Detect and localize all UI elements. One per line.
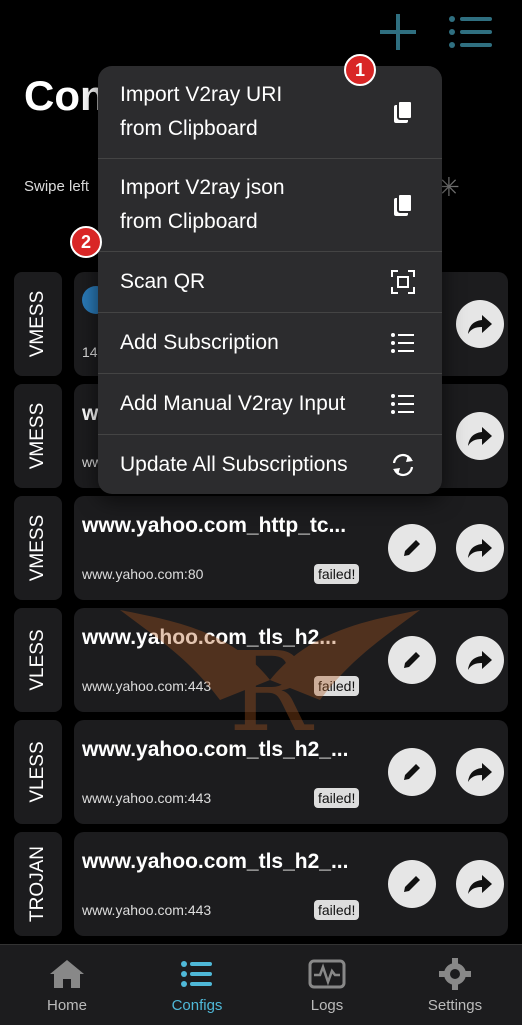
menu-item-update-subscriptions[interactable]: Update All Subscriptions <box>98 435 442 494</box>
gear-icon <box>439 958 471 990</box>
edit-button[interactable] <box>388 524 436 572</box>
share-button[interactable] <box>456 300 504 348</box>
config-host: www.yahoo.com:443 <box>82 902 212 918</box>
add-config-menu: Import V2ray URI from Clipboard Import V… <box>98 66 442 494</box>
protocol-badge: VMESS <box>14 384 62 488</box>
protocol-badge: VLESS <box>14 720 62 824</box>
menu-item-label: Add Manual V2ray Input <box>120 392 346 415</box>
activity-icon <box>308 959 346 989</box>
status-badge: failed! <box>314 564 360 584</box>
menu-item-label: Update All Subscriptions <box>120 453 348 476</box>
edit-button[interactable] <box>388 860 436 908</box>
menu-item-label: Import V2ray json <box>120 176 285 199</box>
callout-badge-1: 1 <box>344 54 376 86</box>
pencil-icon <box>404 876 420 892</box>
pencil-icon <box>404 540 420 556</box>
callout-badge-2: 2 <box>70 226 102 258</box>
menu-item-add-subscription[interactable]: Add Subscription <box>98 313 442 374</box>
tab-home[interactable]: Home <box>2 945 132 1025</box>
menu-item-label: Import V2ray URI <box>120 83 283 106</box>
tab-label: Logs <box>310 997 344 1014</box>
top-bar <box>0 0 522 70</box>
protocol-badge: VLESS <box>14 608 62 712</box>
share-button[interactable] <box>456 860 504 908</box>
share-button[interactable] <box>456 412 504 460</box>
menu-item-label: Scan QR <box>120 270 206 293</box>
list-icon <box>181 961 212 987</box>
config-name: www.yahoo.com_tls_h2_... <box>82 850 349 873</box>
tab-configs[interactable]: Configs <box>132 945 262 1025</box>
share-icon <box>468 315 492 334</box>
share-button[interactable] <box>456 524 504 572</box>
status-badge: failed! <box>314 900 360 920</box>
pencil-icon <box>404 764 420 780</box>
tab-logs[interactable]: Logs <box>262 945 392 1025</box>
status-badge: failed! <box>314 788 360 808</box>
share-icon <box>468 763 492 782</box>
menu-item-add-manual[interactable]: Add Manual V2ray Input <box>98 374 442 435</box>
config-name: www.yahoo.com_http_tc... <box>82 514 347 537</box>
share-button[interactable] <box>456 636 504 684</box>
qr-scan-icon <box>391 270 415 294</box>
menu-item-import-json[interactable]: Import V2ray json from Clipboard <box>98 159 442 252</box>
list-icon <box>391 333 414 353</box>
config-card[interactable]: www.yahoo.com_tls_h2_... www.yahoo.com:4… <box>74 832 508 936</box>
refresh-icon <box>392 453 414 477</box>
watermark-logo: R <box>120 610 420 756</box>
tab-label: Settings <box>427 997 483 1014</box>
share-icon <box>468 875 492 894</box>
config-row[interactable]: TROJAN www.yahoo.com_tls_h2_... www.yaho… <box>14 832 508 936</box>
list-menu-icon[interactable] <box>448 14 494 50</box>
protocol-badge: TROJAN <box>14 832 62 936</box>
config-host: www.yahoo.com:443 <box>82 790 212 806</box>
config-host: www.yahoo.com:80 <box>82 566 204 582</box>
share-button[interactable] <box>456 748 504 796</box>
share-icon <box>468 651 492 670</box>
clipboard-icon <box>394 193 413 216</box>
home-icon <box>50 960 84 988</box>
config-row[interactable]: VMESS www.yahoo.com_http_tc... www.yahoo… <box>14 496 508 600</box>
svg-text:R: R <box>229 628 315 756</box>
config-host: 14 <box>82 344 98 360</box>
menu-item-import-uri[interactable]: Import V2ray URI from Clipboard <box>98 66 442 159</box>
menu-item-label: from Clipboard <box>120 117 258 140</box>
swipe-hint: Swipe left <box>24 178 90 195</box>
tab-label: Configs <box>171 997 223 1014</box>
add-config-icon[interactable] <box>378 12 418 52</box>
config-card[interactable]: www.yahoo.com_http_tc... www.yahoo.com:8… <box>74 496 508 600</box>
tab-settings[interactable]: Settings <box>390 945 520 1025</box>
tab-bar: Home Configs Logs Settings <box>0 944 522 1025</box>
share-icon <box>468 539 492 558</box>
list-icon <box>391 394 414 414</box>
tab-label: Home <box>46 997 87 1014</box>
menu-item-label: Add Subscription <box>120 331 279 354</box>
menu-item-label: from Clipboard <box>120 210 258 233</box>
protocol-badge: VMESS <box>14 496 62 600</box>
share-icon <box>468 427 492 446</box>
menu-item-scan-qr[interactable]: Scan QR <box>98 252 442 313</box>
clipboard-icon <box>394 100 413 123</box>
protocol-badge: VMESS <box>14 272 62 376</box>
